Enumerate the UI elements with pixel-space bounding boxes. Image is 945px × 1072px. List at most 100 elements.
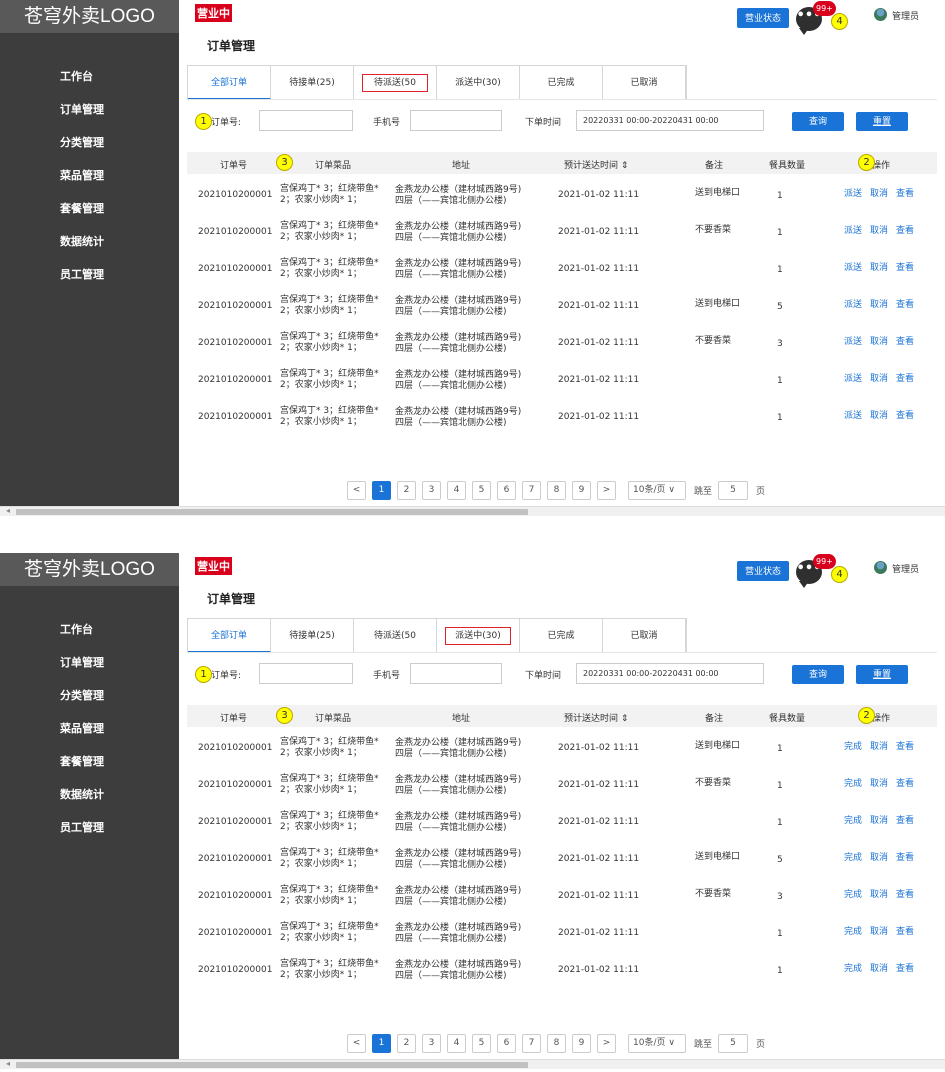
column-eta[interactable]: 预计送达时间 ⇕	[564, 711, 628, 724]
jump-page-input[interactable]: 5	[718, 481, 749, 500]
sidebar-item-statistics[interactable]: 数据统计	[0, 225, 179, 258]
tab-pending-accept[interactable]: 待接单(25)	[271, 619, 354, 653]
page-6-button[interactable]: 6	[497, 481, 516, 500]
sidebar-item-workbench[interactable]: 工作台	[0, 60, 179, 93]
user-name[interactable]: 管理员	[892, 562, 919, 575]
horizontal-scrollbar[interactable]: ◂	[0, 1059, 945, 1069]
view-link[interactable]: 查看	[896, 813, 914, 826]
tab-pending-accept[interactable]: 待接单(25)	[271, 66, 354, 100]
page-9-button[interactable]: 9	[572, 1034, 591, 1053]
order-time-range-input[interactable]: 20220331 00:00-20220431 00:00	[576, 110, 764, 131]
reset-button[interactable]: 重置	[856, 665, 908, 684]
jump-page-input[interactable]: 5	[718, 1034, 749, 1053]
sidebar-item-setmeals[interactable]: 套餐管理	[0, 745, 179, 778]
cancel-link[interactable]: 取消	[870, 334, 888, 347]
sidebar-item-categories[interactable]: 分类管理	[0, 679, 179, 712]
view-link[interactable]: 查看	[896, 260, 914, 273]
cancel-link[interactable]: 取消	[870, 961, 888, 974]
sidebar-item-orders[interactable]: 订单管理	[0, 646, 179, 679]
avatar[interactable]	[874, 8, 887, 21]
page-7-button[interactable]: 7	[522, 1034, 541, 1053]
sidebar-item-orders[interactable]: 订单管理	[0, 93, 179, 126]
view-link[interactable]: 查看	[896, 961, 914, 974]
view-link[interactable]: 查看	[896, 739, 914, 752]
primary-action-link[interactable]: 派送	[844, 334, 862, 347]
view-link[interactable]: 查看	[896, 408, 914, 421]
query-button[interactable]: 查询	[792, 665, 844, 684]
scrollbar-thumb[interactable]	[16, 1062, 528, 1068]
primary-action-link[interactable]: 派送	[844, 223, 862, 236]
view-link[interactable]: 查看	[896, 297, 914, 310]
tab-all-orders[interactable]: 全部订单	[188, 66, 271, 100]
scroll-left-icon[interactable]: ◂	[6, 506, 10, 515]
query-button[interactable]: 查询	[792, 112, 844, 131]
phone-input[interactable]	[410, 110, 502, 131]
view-link[interactable]: 查看	[896, 186, 914, 199]
cancel-link[interactable]: 取消	[870, 739, 888, 752]
cancel-link[interactable]: 取消	[870, 924, 888, 937]
sidebar-item-setmeals[interactable]: 套餐管理	[0, 192, 179, 225]
page-5-button[interactable]: 5	[472, 1034, 491, 1053]
column-eta[interactable]: 预计送达时间 ⇕	[564, 158, 628, 171]
cancel-link[interactable]: 取消	[870, 813, 888, 826]
user-name[interactable]: 管理员	[892, 9, 919, 22]
view-link[interactable]: 查看	[896, 887, 914, 900]
view-link[interactable]: 查看	[896, 850, 914, 863]
primary-action-link[interactable]: 完成	[844, 813, 862, 826]
cancel-link[interactable]: 取消	[870, 850, 888, 863]
page-9-button[interactable]: 9	[572, 481, 591, 500]
cancel-link[interactable]: 取消	[870, 408, 888, 421]
primary-action-link[interactable]: 完成	[844, 739, 862, 752]
page-size-select[interactable]: 10条/页 ∨	[628, 481, 686, 500]
cancel-link[interactable]: 取消	[870, 371, 888, 384]
tab-cancelled[interactable]: 已取消	[603, 66, 686, 100]
order-time-range-input[interactable]: 20220331 00:00-20220431 00:00	[576, 663, 764, 684]
cancel-link[interactable]: 取消	[870, 297, 888, 310]
primary-action-link[interactable]: 派送	[844, 408, 862, 421]
sidebar-item-employees[interactable]: 员工管理	[0, 811, 179, 844]
primary-action-link[interactable]: 完成	[844, 850, 862, 863]
page-6-button[interactable]: 6	[497, 1034, 516, 1053]
primary-action-link[interactable]: 完成	[844, 924, 862, 937]
primary-action-link[interactable]: 派送	[844, 260, 862, 273]
cancel-link[interactable]: 取消	[870, 186, 888, 199]
primary-action-link[interactable]: 派送	[844, 371, 862, 384]
sidebar-item-categories[interactable]: 分类管理	[0, 126, 179, 159]
phone-input[interactable]	[410, 663, 502, 684]
tab-in-delivery[interactable]: 派送中(30)	[437, 66, 520, 100]
sidebar-item-workbench[interactable]: 工作台	[0, 613, 179, 646]
business-status-button[interactable]: 营业状态	[737, 8, 789, 28]
sidebar-item-dishes[interactable]: 菜品管理	[0, 159, 179, 192]
cancel-link[interactable]: 取消	[870, 776, 888, 789]
page-3-button[interactable]: 3	[422, 481, 441, 500]
next-page-button[interactable]: >	[597, 481, 616, 500]
page-1-button[interactable]: 1	[372, 1034, 391, 1053]
page-4-button[interactable]: 4	[447, 481, 466, 500]
page-2-button[interactable]: 2	[397, 481, 416, 500]
order-number-input[interactable]	[259, 663, 353, 684]
primary-action-link[interactable]: 完成	[844, 887, 862, 900]
scroll-left-icon[interactable]: ◂	[6, 1059, 10, 1068]
prev-page-button[interactable]: <	[347, 1034, 366, 1053]
page-8-button[interactable]: 8	[547, 481, 566, 500]
cancel-link[interactable]: 取消	[870, 887, 888, 900]
view-link[interactable]: 查看	[896, 371, 914, 384]
view-link[interactable]: 查看	[896, 776, 914, 789]
primary-action-link[interactable]: 派送	[844, 186, 862, 199]
sidebar-item-employees[interactable]: 员工管理	[0, 258, 179, 291]
next-page-button[interactable]: >	[597, 1034, 616, 1053]
scrollbar-thumb[interactable]	[16, 509, 528, 515]
reset-button[interactable]: 重置	[856, 112, 908, 131]
page-7-button[interactable]: 7	[522, 481, 541, 500]
view-link[interactable]: 查看	[896, 924, 914, 937]
tab-pending-dispatch[interactable]: 待派送(50	[354, 66, 437, 100]
page-size-select[interactable]: 10条/页 ∨	[628, 1034, 686, 1053]
tab-pending-dispatch[interactable]: 待派送(50	[354, 619, 437, 653]
sidebar-item-statistics[interactable]: 数据统计	[0, 778, 179, 811]
avatar[interactable]	[874, 561, 887, 574]
page-3-button[interactable]: 3	[422, 1034, 441, 1053]
prev-page-button[interactable]: <	[347, 481, 366, 500]
page-8-button[interactable]: 8	[547, 1034, 566, 1053]
primary-action-link[interactable]: 派送	[844, 297, 862, 310]
tab-in-delivery[interactable]: 派送中(30)	[437, 619, 520, 653]
